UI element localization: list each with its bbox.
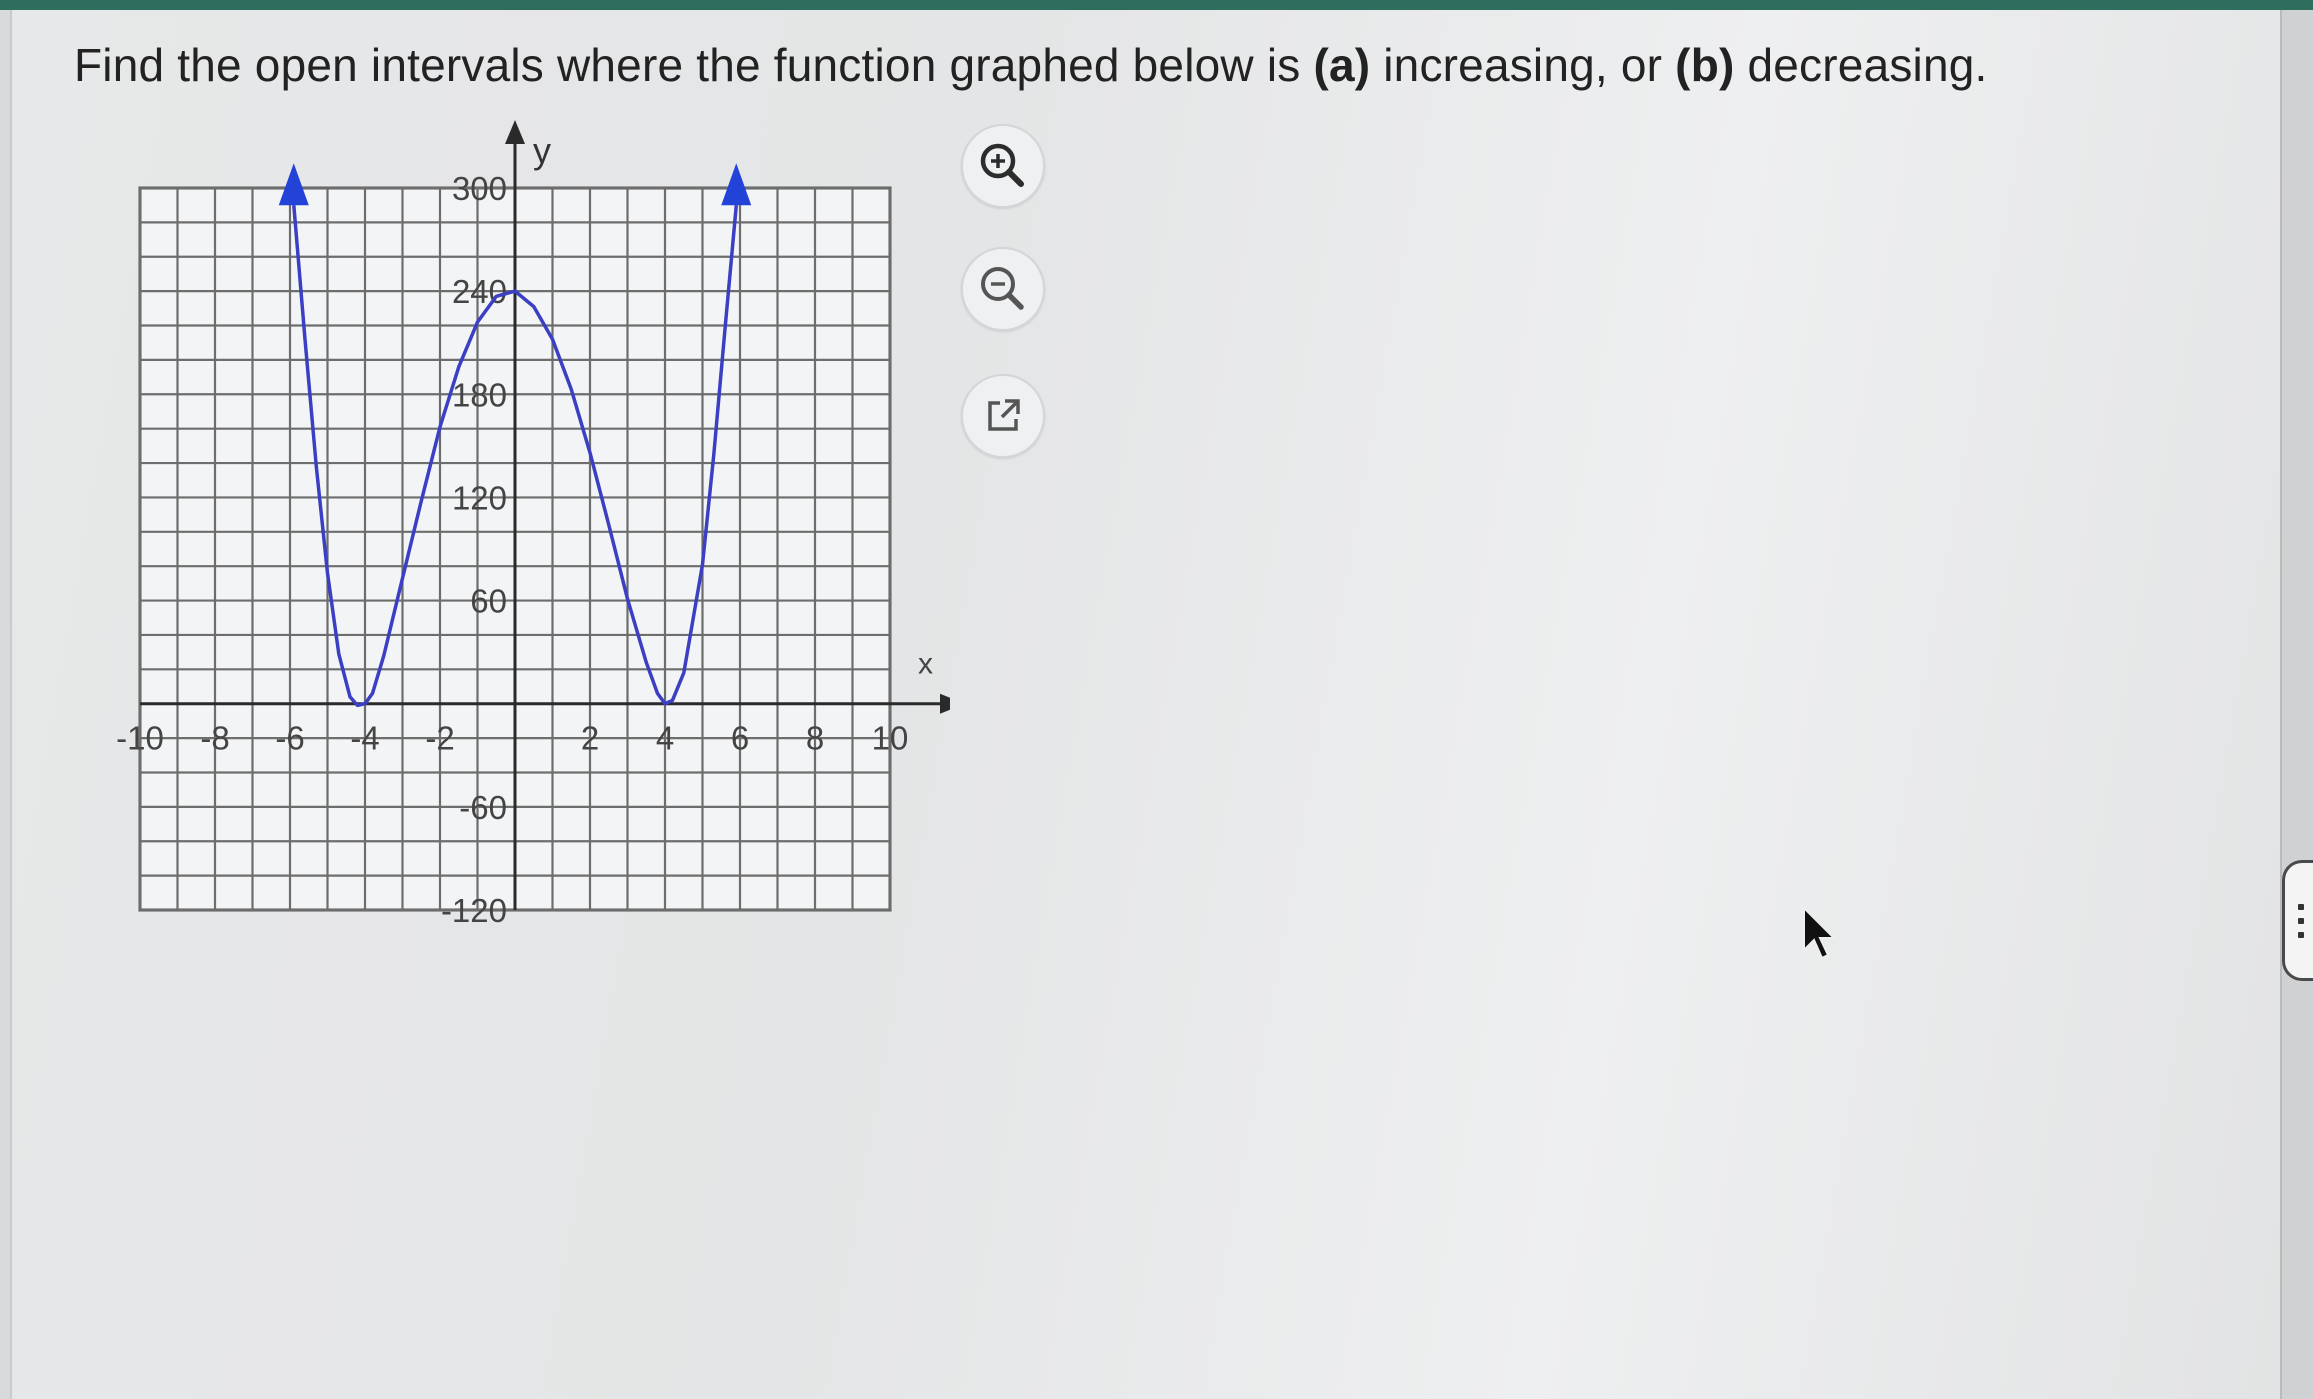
question-mid: increasing, or xyxy=(1370,39,1676,91)
y-tick-label: -120 xyxy=(441,892,507,929)
zoom-in-icon xyxy=(980,143,1024,187)
zoom-out-button[interactable] xyxy=(961,247,1045,331)
question-prefix: Find the open intervals where the functi… xyxy=(74,39,1314,91)
open-external-button[interactable] xyxy=(961,374,1045,458)
x-tick-label: 4 xyxy=(656,720,674,757)
x-tick-label: 6 xyxy=(731,720,749,757)
top-bar xyxy=(0,0,2313,10)
scroll-edge xyxy=(2280,10,2313,1399)
x-tick-label: -6 xyxy=(275,720,304,757)
question-part-a: (a) xyxy=(1313,39,1371,91)
y-tick-label: 60 xyxy=(470,583,507,620)
x-tick-label: 10 xyxy=(872,720,909,757)
y-tick-label: 300 xyxy=(452,170,507,207)
x-tick-label: -2 xyxy=(425,720,454,757)
y-axis-arrow xyxy=(505,120,525,144)
x-axis-label: x xyxy=(918,648,933,681)
question-text: Find the open intervals where the functi… xyxy=(74,38,1988,92)
zoom-out-icon xyxy=(981,267,1024,310)
mouse-pointer-icon xyxy=(1803,906,1837,960)
x-tick-label: -10 xyxy=(116,720,164,757)
y-tick-label: 240 xyxy=(452,273,507,310)
x-tick-label: -8 xyxy=(200,720,229,757)
x-axis-arrow xyxy=(940,693,950,714)
curve-end-arrow xyxy=(721,163,752,206)
y-tick-label: -60 xyxy=(459,789,507,826)
x-tick-label: 2 xyxy=(581,720,599,757)
handle-dot xyxy=(2297,931,2304,938)
curve-end-arrow xyxy=(278,163,309,206)
question-suffix: decreasing. xyxy=(1734,39,1988,91)
function-graph: x y -10 -8 -6 -4 -2 2 4 6 8 10 300 240 180 120 60 -60 -120 xyxy=(116,120,950,929)
question-part-b: (b) xyxy=(1675,39,1735,91)
handle-dot xyxy=(2297,903,2304,910)
x-tick-label: -4 xyxy=(350,720,379,757)
x-tick-label: 8 xyxy=(806,720,824,757)
y-tick-label: 180 xyxy=(452,376,507,413)
zoom-in-button[interactable] xyxy=(961,124,1045,208)
y-tick-label: 120 xyxy=(452,479,507,516)
external-link-icon xyxy=(988,399,1020,431)
y-axis-label: y xyxy=(533,130,551,171)
handle-dot xyxy=(2297,917,2304,924)
side-panel-handle[interactable] xyxy=(2282,860,2313,981)
